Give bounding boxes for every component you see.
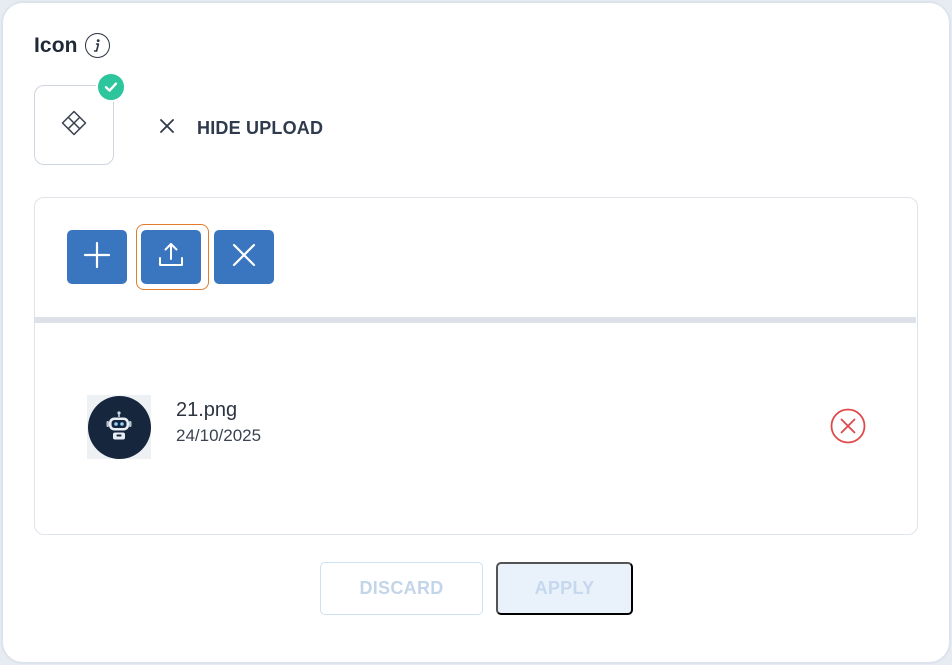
close-icon bbox=[159, 118, 175, 139]
file-thumbnail bbox=[87, 395, 151, 459]
icon-settings-panel: Icon HIDE UPLOAD 21.png 24/10/2025 DISCA… bbox=[1, 1, 951, 664]
hide-upload-label: HIDE UPLOAD bbox=[197, 117, 324, 138]
diamond-grid-icon bbox=[61, 110, 87, 141]
upload-button[interactable] bbox=[141, 230, 201, 284]
plus-icon bbox=[83, 241, 111, 274]
icon-section-header: Icon bbox=[34, 33, 110, 58]
apply-button[interactable]: APPLY bbox=[496, 562, 633, 615]
remove-file-button[interactable] bbox=[829, 407, 867, 445]
file-list-item: 21.png 24/10/2025 bbox=[87, 395, 877, 459]
remove-circle-icon bbox=[829, 408, 867, 449]
hide-upload-button[interactable]: HIDE UPLOAD bbox=[159, 116, 323, 140]
clear-files-button[interactable] bbox=[214, 230, 274, 284]
add-file-button[interactable] bbox=[67, 230, 127, 284]
discard-button[interactable]: DISCARD bbox=[320, 562, 483, 615]
close-icon bbox=[231, 242, 257, 273]
upload-icon bbox=[157, 241, 185, 274]
upload-area: 21.png 24/10/2025 bbox=[34, 197, 918, 535]
info-icon[interactable] bbox=[84, 33, 110, 58]
section-title: Icon bbox=[34, 33, 78, 57]
file-date: 24/10/2025 bbox=[176, 426, 262, 445]
file-name: 21.png bbox=[176, 399, 238, 421]
robot-avatar bbox=[87, 395, 151, 459]
check-icon bbox=[96, 72, 126, 102]
toolbar-divider bbox=[35, 317, 916, 323]
